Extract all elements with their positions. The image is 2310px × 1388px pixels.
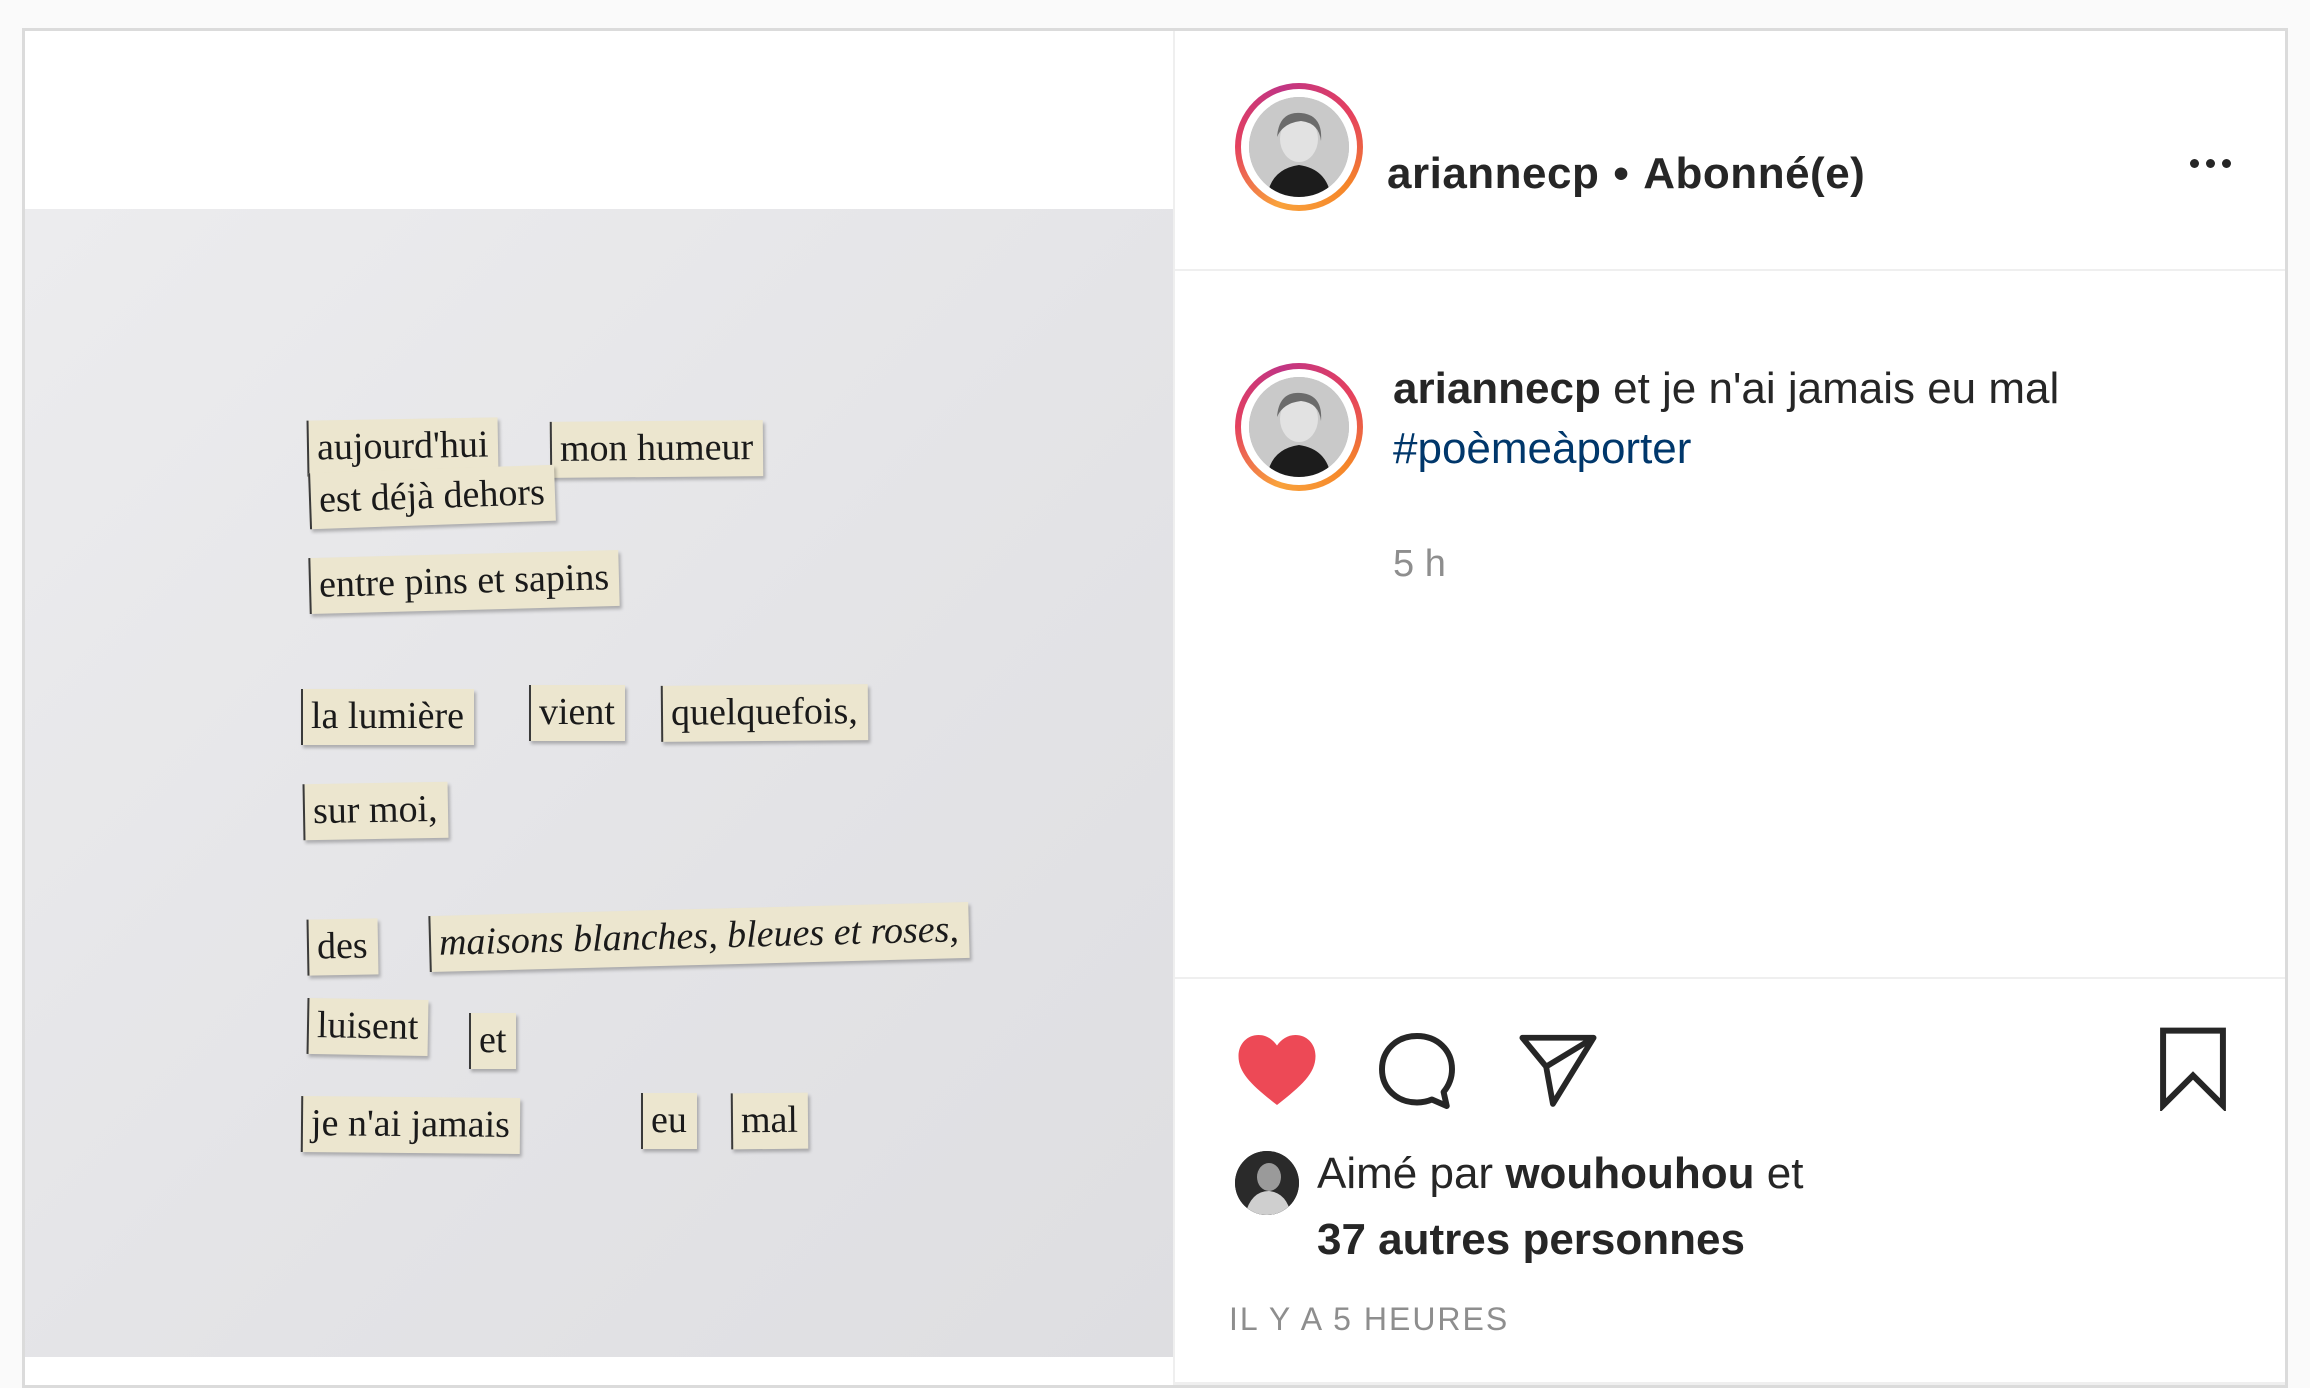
poem-snippet: sur moi, xyxy=(302,781,449,841)
post-sidebar: ariannecp • Abonné(e) ariannecp et je n'… xyxy=(1175,31,2285,1385)
actions-section: Aimé par wouhouhou et 37 autres personne… xyxy=(1175,977,2285,1379)
poem-snippet: mal xyxy=(730,1092,809,1150)
poem-snippet: luisent xyxy=(306,997,429,1057)
poem-snippet: est déjà dehors xyxy=(308,464,556,530)
avatar-image xyxy=(1249,97,1349,197)
comment-icon[interactable] xyxy=(1375,1029,1459,1118)
post-photo[interactable]: aujourd'hui mon humeur est déjà dehors e… xyxy=(25,209,1173,1357)
media-column: aujourd'hui mon humeur est déjà dehors e… xyxy=(25,31,1173,1385)
poem-snippet: vient xyxy=(529,685,625,741)
poem-snippet: mon humeur xyxy=(549,420,764,478)
caption: ariannecp et je n'ai jamais eu mal #poèm… xyxy=(1393,359,2173,479)
caption-text: et je n'ai jamais eu mal xyxy=(1613,364,2060,413)
follow-status[interactable]: Abonné(e) xyxy=(1643,149,1865,198)
poem-snippet: eu xyxy=(641,1093,697,1149)
poem-snippet: des xyxy=(306,918,379,976)
caption-hashtag[interactable]: #poèmeàporter xyxy=(1393,424,1691,473)
poem-snippet: entre pins et sapins xyxy=(308,549,620,615)
paper-plane-icon[interactable] xyxy=(1517,1031,1599,1114)
poem-snippet: quelquefois, xyxy=(660,684,869,742)
poem-snippet: maisons blanches, bleues et roses, xyxy=(428,901,970,973)
bookmark-icon[interactable] xyxy=(2155,1025,2231,1116)
poem-snippet: et xyxy=(469,1013,517,1069)
more-horizontal-icon[interactable] xyxy=(2190,159,2231,168)
caption-username[interactable]: ariannecp xyxy=(1393,364,1601,413)
likes-conjunction: et xyxy=(1766,1149,1804,1198)
header-text: ariannecp • Abonné(e) xyxy=(1387,149,1865,199)
poem-snippet: la lumière xyxy=(301,689,474,745)
avatar-image xyxy=(1249,377,1349,477)
caption-avatar[interactable] xyxy=(1235,363,1363,491)
comments-area: ariannecp et je n'ai jamais eu mal #poèm… xyxy=(1175,271,2285,977)
instagram-post: aujourd'hui mon humeur est déjà dehors e… xyxy=(22,28,2288,1388)
liker-avatar[interactable] xyxy=(1235,1151,1299,1215)
likes-text: Aimé par wouhouhou et 37 autres personne… xyxy=(1317,1141,2117,1273)
header-username[interactable]: ariannecp xyxy=(1387,149,1599,198)
author-avatar[interactable] xyxy=(1235,83,1363,211)
likes-others[interactable]: 37 autres personnes xyxy=(1317,1215,1745,1264)
likes-prefix: Aimé par xyxy=(1317,1149,1494,1198)
liker-username[interactable]: wouhouhou xyxy=(1505,1149,1754,1198)
post-timestamp[interactable]: IL Y A 5 HEURES xyxy=(1229,1301,1509,1338)
divider xyxy=(1175,1382,2285,1385)
heart-filled-icon[interactable] xyxy=(1235,1031,1319,1114)
separator-dot: • xyxy=(1613,149,1630,198)
post-header: ariannecp • Abonné(e) xyxy=(1175,31,2285,271)
poem-snippet: je n'ai jamais xyxy=(300,1096,521,1154)
caption-time: 5 h xyxy=(1393,543,1446,585)
